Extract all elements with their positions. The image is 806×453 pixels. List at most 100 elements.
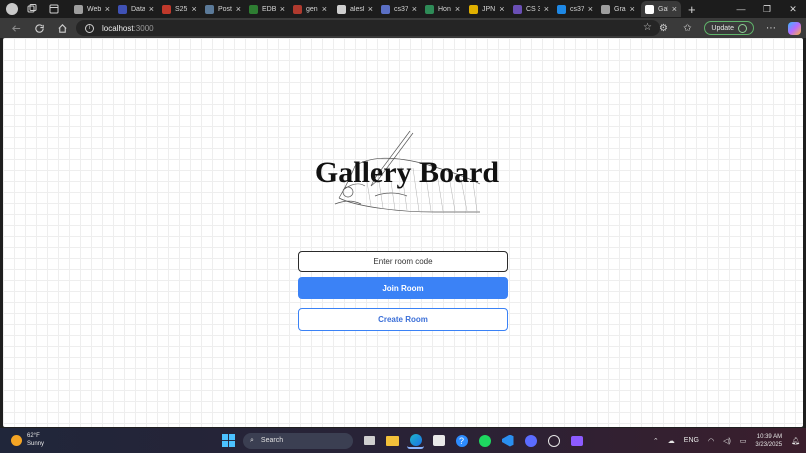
page-viewport: Gallery Board Join Room Create Room bbox=[3, 38, 803, 427]
close-tab-icon[interactable]: × bbox=[455, 4, 460, 14]
browser-tab[interactable]: EDB × bbox=[245, 1, 289, 17]
close-tab-icon[interactable]: × bbox=[672, 4, 677, 14]
browser-tab[interactable]: cs37 × bbox=[553, 1, 597, 17]
address-bar[interactable]: i localhost:3000 ☆ bbox=[76, 20, 660, 36]
tab-favicon-icon bbox=[74, 4, 83, 14]
browser-tab[interactable]: Web × bbox=[70, 1, 114, 17]
room-code-input[interactable] bbox=[298, 251, 508, 272]
more-menu-icon[interactable]: ⋯ bbox=[764, 21, 778, 35]
clock[interactable]: 10:39 AM 3/23/2025 bbox=[755, 433, 782, 449]
help-icon[interactable]: ? bbox=[453, 432, 470, 449]
tab-label: Gra bbox=[614, 5, 626, 13]
browser-tab[interactable]: Post × bbox=[201, 1, 245, 17]
language-indicator[interactable]: ENG bbox=[684, 437, 699, 444]
site-info-icon[interactable]: i bbox=[85, 23, 94, 33]
media-player-icon[interactable] bbox=[545, 432, 562, 449]
close-tab-icon[interactable]: × bbox=[236, 4, 241, 14]
close-tab-icon[interactable]: × bbox=[105, 4, 110, 14]
tab-label: Web bbox=[87, 5, 101, 13]
tab-label: Post bbox=[218, 5, 232, 13]
close-tab-icon[interactable]: × bbox=[544, 4, 549, 14]
tray-app-icon[interactable]: ☁ bbox=[668, 437, 675, 445]
close-tab-icon[interactable]: × bbox=[412, 4, 417, 14]
restore-button[interactable]: ❐ bbox=[754, 0, 780, 18]
browser-tab[interactable]: alesl × bbox=[333, 1, 377, 17]
browser-tab[interactable]: gen × bbox=[289, 1, 333, 17]
tab-favicon-icon bbox=[601, 4, 610, 14]
close-tab-icon[interactable]: × bbox=[280, 4, 285, 14]
tab-favicon-icon bbox=[293, 4, 302, 14]
wifi-icon[interactable]: ◠ bbox=[708, 437, 714, 445]
browser-tab[interactable]: CS 3 × bbox=[509, 1, 553, 17]
tab-favicon-icon bbox=[205, 4, 214, 14]
battery-icon[interactable]: ▭ bbox=[740, 437, 747, 445]
browser-tab[interactable]: S25 × bbox=[158, 1, 201, 17]
tab-label: JPN bbox=[482, 5, 496, 13]
url-text[interactable]: localhost:3000 bbox=[102, 24, 154, 33]
copilot-icon[interactable] bbox=[788, 21, 801, 35]
close-tab-icon[interactable]: × bbox=[630, 4, 635, 14]
search-icon: ⌕ bbox=[250, 436, 254, 444]
tab-label: alesl bbox=[350, 5, 364, 13]
clipchamp-icon[interactable] bbox=[568, 432, 585, 449]
favorite-star-icon[interactable]: ☆ bbox=[643, 22, 652, 33]
edge-icon[interactable] bbox=[407, 432, 424, 449]
minimize-button[interactable]: — bbox=[728, 0, 754, 18]
tab-label: Gall bbox=[658, 5, 668, 13]
browser-tab[interactable]: Data × bbox=[114, 1, 158, 17]
app-icon[interactable] bbox=[522, 432, 539, 449]
date: 3/23/2025 bbox=[755, 441, 783, 448]
tab-favicon-icon bbox=[162, 4, 171, 14]
new-tab-button[interactable]: + bbox=[688, 3, 696, 16]
volume-icon[interactable]: ◁) bbox=[723, 437, 731, 445]
profile-avatar[interactable] bbox=[6, 3, 18, 15]
create-room-button[interactable]: Create Room bbox=[298, 308, 508, 331]
tab-favicon-icon bbox=[425, 4, 434, 14]
tab-actions-icon[interactable] bbox=[48, 3, 60, 15]
close-button[interactable]: ✕ bbox=[780, 0, 806, 18]
taskbar-search[interactable]: ⌕ Search bbox=[243, 432, 353, 449]
browser-tab[interactable]: JPN × bbox=[465, 1, 509, 17]
browser-tab[interactable]: cs37 × bbox=[377, 1, 421, 17]
extensions-icon[interactable]: ⚙ bbox=[656, 21, 670, 35]
close-tab-icon[interactable]: × bbox=[149, 4, 154, 14]
weather-condition: Sunny bbox=[27, 441, 45, 447]
tab-label: CS 3 bbox=[526, 5, 540, 13]
chevron-up-icon[interactable]: ⌃ bbox=[653, 437, 659, 445]
browser-toolbar: i localhost:3000 ☆ ⚙ ✩ Update ⋯ bbox=[0, 18, 806, 38]
tab-label: S25 bbox=[175, 5, 188, 13]
close-tab-icon[interactable]: × bbox=[588, 4, 593, 14]
notifications-icon[interactable]: 🔔︎ bbox=[791, 437, 800, 445]
file-explorer-icon[interactable] bbox=[384, 432, 401, 449]
join-room-button[interactable]: Join Room bbox=[298, 277, 508, 299]
tab-favicon-icon bbox=[337, 4, 346, 14]
close-tab-icon[interactable]: × bbox=[322, 4, 327, 14]
home-icon[interactable] bbox=[55, 21, 69, 35]
vscode-icon[interactable] bbox=[499, 432, 516, 449]
close-tab-icon[interactable]: × bbox=[368, 4, 373, 14]
logo-wordmark: Gallery Board bbox=[315, 156, 499, 189]
weather-widget[interactable]: 62°F Sunny bbox=[11, 432, 44, 448]
time: 10:39 AM bbox=[756, 433, 783, 440]
tab-label: Data bbox=[131, 5, 145, 13]
close-tab-icon[interactable]: × bbox=[499, 4, 504, 14]
tab-label: cs37 bbox=[570, 5, 584, 13]
tab-favicon-icon bbox=[469, 4, 478, 14]
spotify-icon[interactable] bbox=[476, 432, 493, 449]
browser-tab[interactable]: Gra × bbox=[597, 1, 641, 17]
refresh-icon[interactable] bbox=[32, 21, 46, 35]
store-icon[interactable] bbox=[430, 432, 447, 449]
close-tab-icon[interactable]: × bbox=[191, 4, 196, 14]
windows-taskbar: 62°F Sunny ⌕ Search ? ⌃ ☁ ENG ◠ ◁) ▭ 10:… bbox=[0, 428, 806, 453]
tab-favicon-icon bbox=[513, 4, 522, 14]
back-icon[interactable] bbox=[9, 21, 23, 35]
workspaces-icon[interactable] bbox=[26, 3, 38, 15]
start-icon[interactable] bbox=[220, 432, 237, 449]
sun-icon bbox=[11, 434, 22, 446]
browser-tab[interactable]: Hon × bbox=[421, 1, 465, 17]
favorites-icon[interactable]: ✩ bbox=[680, 21, 694, 35]
browser-tab[interactable]: Gall × bbox=[641, 1, 681, 17]
update-button[interactable]: Update bbox=[704, 21, 754, 35]
task-view-icon[interactable] bbox=[361, 432, 378, 449]
taskbar-apps: ⌕ Search ? bbox=[220, 430, 591, 451]
